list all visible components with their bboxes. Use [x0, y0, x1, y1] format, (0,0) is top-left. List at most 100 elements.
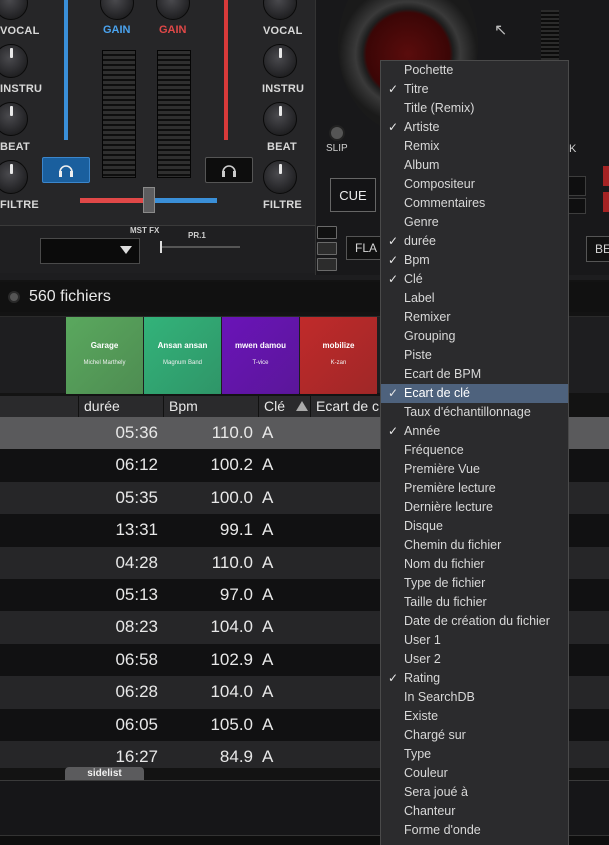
arrow-icon: ↖: [494, 22, 508, 39]
knob-left-top[interactable]: [0, 0, 28, 20]
cover-item[interactable]: Garage Michel Marthely: [66, 317, 143, 394]
menu-item-label: Ecart de clé: [404, 386, 471, 400]
menu-item[interactable]: Pochette: [381, 61, 568, 80]
menu-item[interactable]: Première lecture: [381, 479, 568, 498]
column-separator: [258, 396, 259, 417]
mixer-channels: VOCAL INSTRU BEAT FILTRE GAIN GAIN VOCAL…: [0, 0, 315, 225]
crossfader-handle[interactable]: [143, 187, 155, 213]
master-fx-dropdown[interactable]: [40, 238, 140, 264]
knob-right-top[interactable]: [263, 0, 297, 20]
menu-item-label: Année: [404, 424, 441, 438]
be-button[interactable]: BE: [586, 236, 609, 262]
deck-red-button-1[interactable]: [603, 166, 609, 186]
column-ecart[interactable]: Ecart de c: [316, 398, 379, 414]
menu-item[interactable]: Taille du fichier: [381, 593, 568, 612]
cue-button[interactable]: CUE: [330, 178, 376, 212]
menu-item-label: In SearchDB: [404, 690, 475, 704]
menu-item[interactable]: Piste: [381, 346, 568, 365]
menu-item[interactable]: ✓ Artiste: [381, 118, 568, 137]
gain-knob-left[interactable]: [100, 0, 134, 20]
menu-item-label: durée: [404, 234, 436, 248]
knob-beat-left[interactable]: [0, 160, 28, 194]
menu-item[interactable]: User 2: [381, 650, 568, 669]
menu-item[interactable]: Taux d'échantillonnage: [381, 403, 568, 422]
menu-item[interactable]: Chemin du fichier: [381, 536, 568, 555]
menu-item[interactable]: Type: [381, 745, 568, 764]
cell-duree: 05:36: [115, 423, 158, 442]
deck-side-button-2[interactable]: [566, 198, 586, 214]
cover-item[interactable]: mwen damou T-vice: [222, 317, 299, 394]
column-cle[interactable]: Clé: [264, 398, 285, 414]
headphone-left-button[interactable]: [42, 157, 90, 183]
menu-item[interactable]: Remixer: [381, 308, 568, 327]
radio-dot-icon[interactable]: [8, 291, 20, 303]
cell-duree: 06:28: [115, 682, 158, 702]
gain-knob-right[interactable]: [156, 0, 190, 20]
menu-item[interactable]: User 1: [381, 631, 568, 650]
menu-item[interactable]: Nom du fichier: [381, 555, 568, 574]
menu-item[interactable]: Chanteur: [381, 802, 568, 821]
fx-slider-handle[interactable]: [160, 241, 162, 253]
cell-bpm: 97.0: [219, 585, 253, 604]
chevron-down-icon: [120, 246, 132, 254]
menu-item[interactable]: ✓ Bpm: [381, 251, 568, 270]
checkmark-icon: ✓: [388, 82, 399, 96]
device-icon[interactable]: [317, 258, 337, 271]
menu-item-label: Chargé sur: [404, 728, 466, 742]
menu-item[interactable]: Genre: [381, 213, 568, 232]
headphone-right-button[interactable]: [205, 157, 253, 183]
menu-item[interactable]: ✓ Rating: [381, 669, 568, 688]
menu-item-label: Type: [404, 747, 432, 761]
cover-item[interactable]: Ansan ansan Magnum Band: [144, 317, 221, 394]
menu-item[interactable]: Title (Remix): [381, 99, 568, 118]
fx-slider[interactable]: [160, 246, 240, 248]
menu-item[interactable]: Remix: [381, 137, 568, 156]
cover-item[interactable]: mobilize K-zan: [300, 317, 377, 394]
menu-item-label: Nom du fichier: [404, 557, 485, 571]
menu-item[interactable]: ✓ durée: [381, 232, 568, 251]
menu-item[interactable]: Ecart de BPM: [381, 365, 568, 384]
menu-item[interactable]: ✓ Titre: [381, 80, 568, 99]
knob-beat-right[interactable]: [263, 160, 297, 194]
menu-item-label: Album: [404, 158, 440, 172]
slip-button[interactable]: [329, 125, 345, 141]
channel-fader-right[interactable]: [224, 0, 228, 140]
cell-duree: 05:13: [115, 585, 158, 604]
menu-item[interactable]: Forme d'onde: [381, 821, 568, 840]
menu-item[interactable]: Fréquence: [381, 441, 568, 460]
column-duree[interactable]: durée: [84, 398, 120, 414]
deck-side-button-1[interactable]: [566, 176, 586, 196]
label-vocal-right: VOCAL: [263, 25, 303, 37]
keyboard-icon[interactable]: [317, 242, 337, 255]
menu-item[interactable]: Type de fichier: [381, 574, 568, 593]
menu-item[interactable]: Existe: [381, 707, 568, 726]
menu-item[interactable]: Disque: [381, 517, 568, 536]
sidelist-tab[interactable]: sidelist: [65, 767, 144, 780]
menu-item[interactable]: Label: [381, 289, 568, 308]
menu-item[interactable]: Chargé sur: [381, 726, 568, 745]
menu-item[interactable]: ✓ Année: [381, 422, 568, 441]
menu-item[interactable]: Première Vue: [381, 460, 568, 479]
menu-item[interactable]: ✓ Clé: [381, 270, 568, 289]
channel-fader-left[interactable]: [64, 0, 68, 140]
menu-item[interactable]: ✓ Ecart de clé: [381, 384, 568, 403]
menu-item[interactable]: Couleur: [381, 764, 568, 783]
menu-item[interactable]: Date de création du fichier: [381, 612, 568, 631]
knob-instru-right[interactable]: [263, 102, 297, 136]
menu-item[interactable]: Sera joué à: [381, 783, 568, 802]
menu-item-label: Couleur: [404, 766, 448, 780]
menu-item-label: User 1: [404, 633, 441, 647]
column-bpm[interactable]: Bpm: [169, 398, 198, 414]
mic-icon[interactable]: [317, 226, 337, 239]
menu-item[interactable]: Dernière lecture: [381, 498, 568, 517]
knob-vocal-left[interactable]: [0, 44, 28, 78]
knob-instru-left[interactable]: [0, 102, 28, 136]
slip-label: SLIP: [326, 143, 348, 154]
menu-item[interactable]: In SearchDB: [381, 688, 568, 707]
deck-red-button-2[interactable]: [603, 192, 609, 212]
menu-item[interactable]: Album: [381, 156, 568, 175]
knob-vocal-right[interactable]: [263, 44, 297, 78]
menu-item[interactable]: Grouping: [381, 327, 568, 346]
menu-item[interactable]: Commentaires: [381, 194, 568, 213]
menu-item[interactable]: Compositeur: [381, 175, 568, 194]
